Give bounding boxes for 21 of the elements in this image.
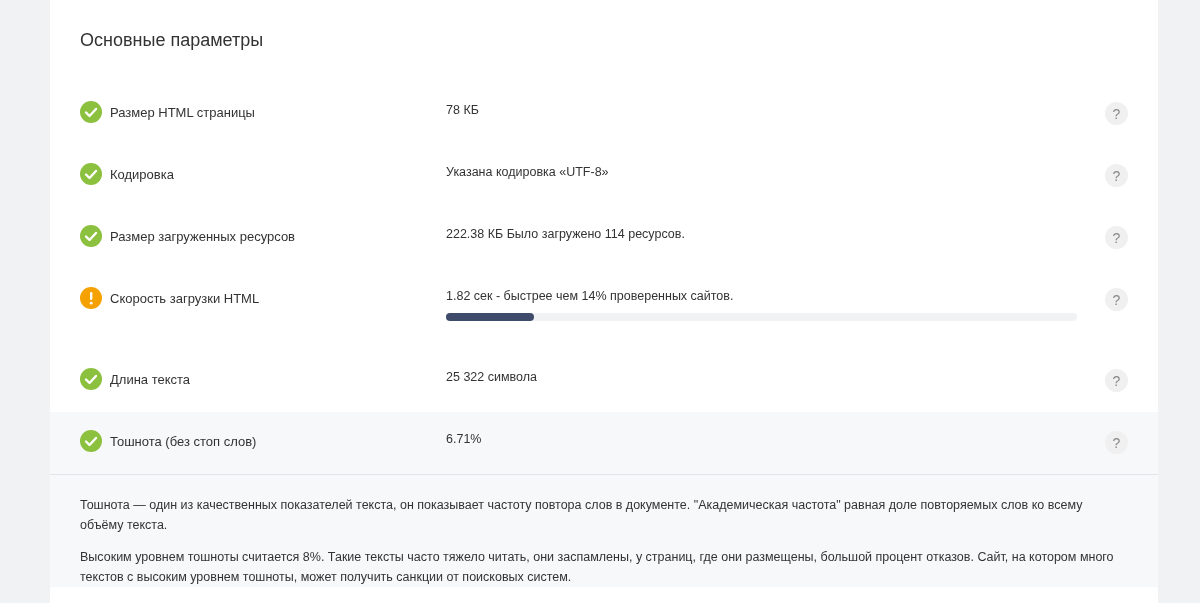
help-button[interactable]: ? [1105, 102, 1128, 125]
parameter-value: 222.38 КБ Было загружено 114 ресурсов. [446, 227, 685, 241]
parameter-label: Кодировка [110, 166, 174, 182]
description-paragraph: Тошнота — один из качественных показателей текста, он показывает частоту повтора слов в документе. "Академическая частота" равная доле повторяемых слов ко всему объёму текста. [80, 497, 1084, 534]
section-title: Основные параметры [79, 29, 265, 52]
description-paragraph: Высоким уровнем тошноты считается 8%. Такие тексты часто тяжело читать, они заспамлены, у страниц, где они размещены, большой процент отказов. Сайт, на котором много текстов с высоким уровнем тошноты, может получить санкции от поисковых систем. [80, 549, 1115, 586]
parameter-label: Размер загруженных ресурсов [110, 228, 296, 244]
help-button[interactable]: ? [1105, 369, 1128, 392]
parameter-value: Указана кодировка «UTF-8» [446, 165, 609, 179]
help-button[interactable]: ? [1105, 164, 1128, 187]
parameter-value: 6.71% [446, 432, 482, 446]
parameter-label: Длина текста [110, 371, 191, 387]
parameter-label: Тошнота (без стоп слов) [110, 433, 257, 449]
parameter-value: 78 КБ [446, 103, 479, 117]
parameter-value: 25 322 символа [446, 370, 537, 384]
help-button[interactable]: ? [1105, 288, 1128, 311]
parameter-value: 1.82 сек - быстрее чем 14% проверенных сайтов. [446, 289, 734, 303]
help-button[interactable]: ? [1105, 431, 1128, 454]
help-button[interactable]: ? [1105, 226, 1128, 249]
parameter-label: Скорость загрузки HTML [110, 290, 260, 306]
parameter-label: Размер HTML страницы [110, 104, 255, 120]
